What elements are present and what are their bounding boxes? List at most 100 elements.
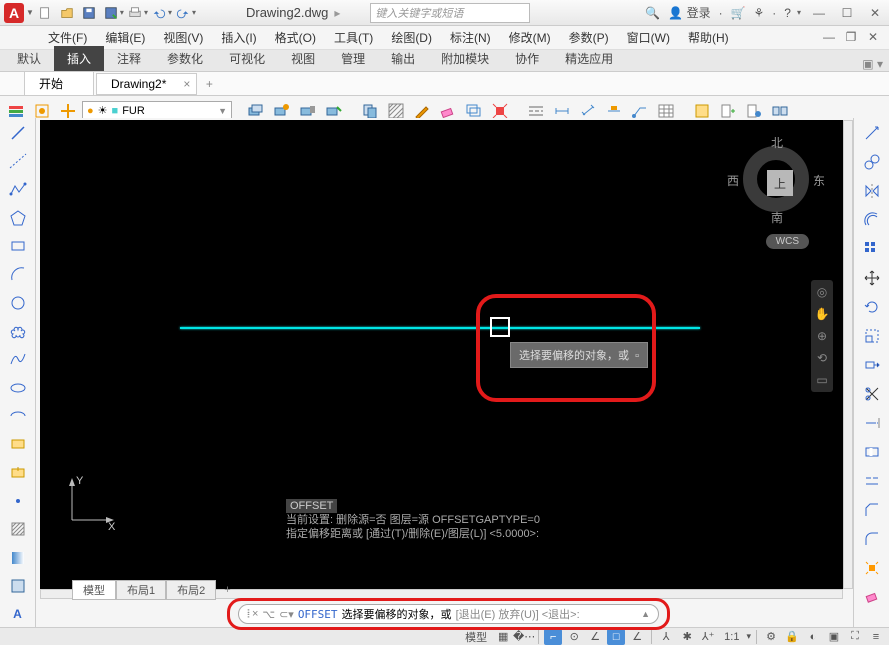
customize-icon[interactable]: ≡ — [867, 629, 885, 645]
ribbon-tab-parametric[interactable]: 参数化 — [154, 46, 216, 71]
cmdline-options[interactable]: [退出(E) 放弃(U)] <退出>: — [456, 606, 580, 622]
3dosnap-icon[interactable]: ∠ — [628, 629, 646, 645]
saveas-icon[interactable] — [101, 3, 121, 23]
fillet-icon[interactable] — [857, 526, 887, 552]
move2-icon[interactable] — [857, 265, 887, 291]
ribbon-tab-view[interactable]: 视图 — [278, 46, 328, 71]
ribbon-tab-annotate[interactable]: 注释 — [104, 46, 154, 71]
construction-line-icon[interactable] — [3, 148, 33, 173]
rectangle-icon[interactable] — [3, 233, 33, 258]
menu-modify[interactable]: 修改(M) — [501, 27, 559, 48]
line-icon[interactable] — [3, 120, 33, 145]
make-block-icon[interactable] — [3, 460, 33, 485]
grid-icon[interactable]: ▦ — [494, 629, 512, 645]
viewcube-top[interactable]: 上 — [767, 170, 793, 196]
mdi-minimize[interactable]: — — [819, 28, 839, 46]
trim-icon[interactable] — [857, 381, 887, 407]
polygon-icon[interactable] — [3, 205, 33, 230]
new-tab-button[interactable]: + — [199, 77, 219, 91]
viewcube[interactable]: 上 北 南 东 西 — [733, 136, 819, 222]
layout-2[interactable]: 布局2 — [166, 580, 216, 600]
lock-ui-icon[interactable]: 🔒 — [783, 629, 801, 645]
plot-icon[interactable] — [125, 3, 145, 23]
login-button[interactable]: 👤 登录 — [668, 4, 710, 21]
ellipse-arc-icon[interactable] — [3, 403, 33, 428]
gradient-icon[interactable] — [3, 545, 33, 570]
menu-dimension[interactable]: 标注(N) — [442, 27, 499, 48]
wcs-badge[interactable]: WCS — [766, 234, 809, 249]
mirror-icon[interactable] — [857, 178, 887, 204]
ellipse-icon[interactable] — [3, 375, 33, 400]
nav-wheel-icon[interactable]: ◎ — [814, 284, 830, 300]
menu-format[interactable]: 格式(O) — [267, 27, 324, 48]
arc-icon[interactable] — [3, 262, 33, 287]
tab-start[interactable]: 开始 — [24, 71, 94, 96]
menu-window[interactable]: 窗口(W) — [619, 27, 678, 48]
layout-model[interactable]: 模型 — [72, 580, 116, 600]
tab-drawing[interactable]: Drawing2*× — [96, 73, 197, 95]
text-icon[interactable]: A — [3, 602, 33, 627]
explode2-icon[interactable] — [857, 555, 887, 581]
command-line[interactable]: ⦙⦙ × ⌥ ⊂▾ OFFSET 选择要偏移的对象，或 [退出(E) 放弃(U)… — [238, 604, 659, 624]
nav-showmotion-icon[interactable]: ▭ — [814, 372, 830, 388]
drawing-canvas[interactable]: 上 北 南 东 西 WCS ◎ ✋ ⊕ ⟲ ▭ 选择要偏移的对象，或 ▫ — [40, 120, 849, 589]
join-icon[interactable] — [857, 468, 887, 494]
undo-icon[interactable] — [149, 3, 169, 23]
ribbon-expand-icon[interactable]: ▣ ▾ — [856, 57, 889, 71]
menu-file[interactable]: 文件(F) — [40, 27, 95, 48]
layout-1[interactable]: 布局1 — [116, 580, 166, 600]
ribbon-tab-viz[interactable]: 可视化 — [216, 46, 278, 71]
scale-label[interactable]: 1:1 — [720, 631, 743, 643]
app-icon[interactable]: A — [4, 3, 24, 23]
copy2-icon[interactable] — [857, 149, 887, 175]
isolate-icon[interactable]: ▣ — [825, 629, 843, 645]
rotate-icon[interactable] — [857, 294, 887, 320]
point-icon[interactable] — [3, 488, 33, 513]
layout-add[interactable]: + — [216, 583, 238, 597]
scrollbar-vertical[interactable] — [843, 120, 853, 589]
status-model[interactable]: 模型 — [461, 629, 491, 645]
snap-icon[interactable]: �⋯ — [515, 629, 533, 645]
workspace-icon[interactable]: ⚙ — [762, 629, 780, 645]
circle-icon[interactable] — [3, 290, 33, 315]
annoscale-icon[interactable]: ⅄ — [657, 629, 675, 645]
ribbon-tab-manage[interactable]: 管理 — [328, 46, 378, 71]
isodraft-icon[interactable]: ∠ — [586, 629, 604, 645]
insert-block-icon[interactable] — [3, 432, 33, 457]
cmdline-config-icon[interactable]: ⌥ — [262, 608, 275, 621]
menu-edit[interactable]: 编辑(E) — [97, 27, 153, 48]
help-icon[interactable]: ? — [784, 6, 791, 20]
ribbon-tab-addons[interactable]: 附加模块 — [428, 46, 502, 71]
ribbon-tab-insert[interactable]: 插入 — [54, 46, 104, 71]
ribbon-tab-collab[interactable]: 协作 — [502, 46, 552, 71]
move-icon[interactable] — [857, 120, 887, 146]
hatch2-icon[interactable] — [3, 517, 33, 542]
binoculars-icon[interactable]: 🔍 — [645, 6, 660, 20]
new-icon[interactable] — [35, 3, 55, 23]
polyline-icon[interactable] — [3, 177, 33, 202]
app-menu-drop[interactable]: ▼ — [26, 8, 34, 17]
redo-icon[interactable] — [173, 3, 193, 23]
cleanscreen-icon[interactable]: ⛶ — [846, 629, 864, 645]
nav-orbit-icon[interactable]: ⟲ — [814, 350, 830, 366]
menu-draw[interactable]: 绘图(D) — [383, 27, 440, 48]
cmdline-grip-icon[interactable]: ⦙⦙ — [247, 608, 248, 621]
array-icon[interactable] — [857, 236, 887, 262]
region-icon[interactable] — [3, 573, 33, 598]
polar-icon[interactable]: ⊙ — [565, 629, 583, 645]
close-tab-icon[interactable]: × — [183, 77, 190, 91]
menu-help[interactable]: 帮助(H) — [680, 27, 737, 48]
ribbon-tab-default[interactable]: 默认 — [4, 46, 54, 71]
nav-pan-icon[interactable]: ✋ — [814, 306, 830, 322]
share-icon[interactable]: ⚘ — [754, 6, 765, 20]
cmdline-close-icon[interactable]: × — [252, 608, 258, 620]
menu-tools[interactable]: 工具(T) — [326, 27, 381, 48]
save-icon[interactable] — [79, 3, 99, 23]
ortho-icon[interactable]: ⌐ — [544, 629, 562, 645]
close-button[interactable]: ✕ — [865, 4, 885, 22]
search-input[interactable]: 键入关键字或短语 — [370, 3, 530, 23]
open-icon[interactable] — [57, 3, 77, 23]
autoann-icon[interactable]: ⅄⁺ — [699, 629, 717, 645]
osnap-icon[interactable]: □ — [607, 629, 625, 645]
chamfer-icon[interactable] — [857, 497, 887, 523]
